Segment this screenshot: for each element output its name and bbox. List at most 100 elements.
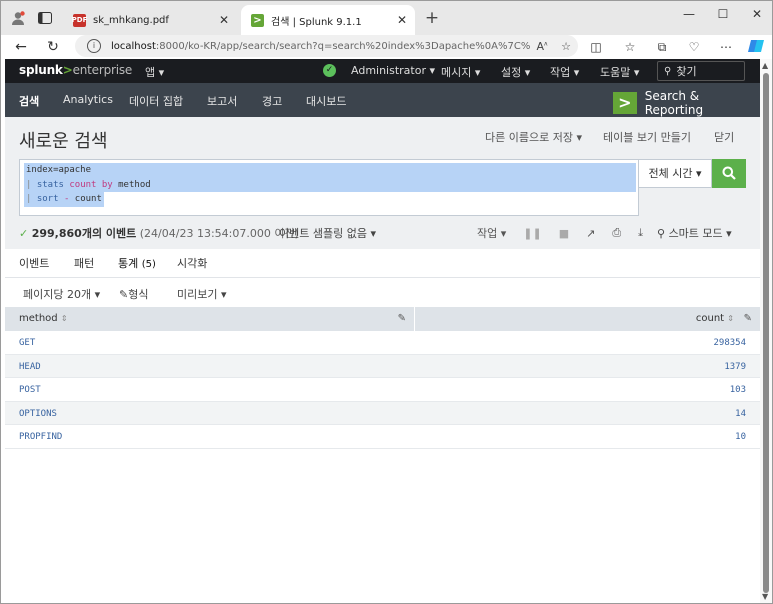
tab-statistics[interactable]: 통계 (5) [117,255,158,279]
nav-dashboards[interactable]: 대시보드 [306,93,346,109]
split-screen-icon[interactable]: ◫ [587,38,605,56]
favorite-star-icon[interactable]: ☆ [554,40,578,53]
find-placeholder: 찾기 [676,65,697,78]
nav-datasets[interactable]: 데이터 집합 [129,93,183,109]
find-input[interactable]: ⚲ 찾기 [657,61,745,81]
job-menu[interactable]: 작업 ▾ [477,225,506,241]
refresh-icon[interactable]: ↻ [43,37,63,57]
query-line-2: | stats count by method [24,177,636,192]
tab-title: 검색 | Splunk 9.1.1 [271,16,362,28]
nav-analytics[interactable]: Analytics [63,93,113,106]
tab-splunk[interactable]: > 검색 | Splunk 9.1.1 ✕ [241,5,415,35]
spl-query[interactable]: index=apache | stats count by method | s… [24,163,636,207]
favorites-icon[interactable]: ☆ [621,38,639,56]
health-status-icon[interactable]: ✓ [323,64,336,77]
check-icon: ✓ [19,227,29,240]
search-content: 새로운 검색 다른 이름으로 저장 ▾ 테이블 보기 만들기 닫기 index=… [5,117,760,603]
browser-window: PDF sk_mhkang.pdf ✕ > 검색 | Splunk 9.1.1 … [0,0,773,604]
browser-essentials-icon[interactable]: ♡ [685,38,703,56]
table-row[interactable]: PROPFIND 10 [5,425,760,449]
preview-dropdown[interactable]: 미리보기 ▾ [177,286,227,302]
column-header-count[interactable]: count ⇕ ✎ [417,307,760,331]
tab-pdf[interactable]: PDF sk_mhkang.pdf ✕ [63,5,237,35]
search-button[interactable] [712,159,746,188]
event-count: 299,860개의 이벤트 [31,227,137,240]
column-header-method[interactable]: method ⇕ ✎ [5,307,415,331]
splunk-logo[interactable]: splunk>enterprise [19,63,132,77]
close-tab-icon[interactable]: ✕ [395,13,409,27]
scroll-down-icon[interactable]: ▼ [762,592,768,601]
read-aloud-icon[interactable]: Aʌ [530,40,554,53]
event-sampling-dropdown[interactable]: 이벤트 샘플링 없음 ▾ [279,225,376,241]
app-logo-icon: > [613,92,637,114]
sort-icon: ⇕ [60,314,68,323]
table-row[interactable]: POST 103 [5,378,760,402]
print-icon[interactable]: ⎙ [612,226,621,240]
new-tab-button[interactable]: + [423,8,441,28]
page-title: 새로운 검색 [19,131,108,152]
menu-settings[interactable]: 설정 ▾ [501,64,530,80]
job-status: ✓ 299,860개의 이벤트 (24/04/23 13:54:07.000 이… [19,225,299,241]
app-title-text: Search & Reporting [644,89,704,117]
tab-visualization[interactable]: 시각화 [177,255,207,271]
pause-icon[interactable]: ❚❚ [523,227,541,240]
table-row[interactable]: OPTIONS 14 [5,401,760,425]
menu-administrator[interactable]: Administrator ▾ [351,64,435,77]
results-tabs: 이벤트 패턴 통계 (5) 시각화 [5,249,760,279]
pencil-icon: ✎ [119,288,129,301]
splunk-page: splunk>enterprise 앱 ▾ ✓ Administrator ▾ … [5,59,760,603]
close-tab-icon[interactable]: ✕ [217,13,231,27]
address-bar[interactable]: i localhost:8000/ko-KR/app/search/search… [75,35,578,57]
tab-strip: PDF sk_mhkang.pdf ✕ > 검색 | Splunk 9.1.1 … [1,1,772,35]
page-scrollbar[interactable]: ▲ ▼ [760,59,772,603]
profile-icon[interactable] [9,9,27,27]
copilot-icon[interactable] [747,38,765,56]
share-icon[interactable]: ↗ [586,227,595,240]
menu-messages[interactable]: 메시지 ▾ [441,64,480,80]
table-row[interactable]: GET 298354 [5,331,760,355]
app-title[interactable]: > Search & Reporting [613,89,760,117]
collections-icon[interactable]: ⧉ [653,38,671,56]
nav-search[interactable]: 검색 [19,93,39,109]
create-table-view-button[interactable]: 테이블 보기 만들기 [603,129,691,145]
tab-actions-icon[interactable] [36,9,54,27]
per-page-dropdown[interactable]: 페이지당 20개 ▾ [23,286,100,302]
tab-patterns[interactable]: 패턴 [74,255,94,271]
scrollbar-thumb[interactable] [763,73,769,593]
stop-icon[interactable]: ■ [559,227,569,240]
menu-activity[interactable]: 작업 ▾ [550,64,579,80]
menu-help[interactable]: 도움말 ▾ [600,64,639,80]
job-controls: 작업 ▾ ❚❚ ■ ↗ ⎙ ⤓ [477,225,660,241]
maximize-button[interactable]: ☐ [709,7,737,25]
back-icon[interactable]: ← [11,37,31,57]
edit-column-icon[interactable]: ✎ [744,313,752,324]
time-range-picker[interactable]: 전체 시간 ▾ [639,159,712,188]
save-as-button[interactable]: 다른 이름으로 저장 ▾ [485,129,582,145]
tab-events[interactable]: 이벤트 [19,255,49,271]
minimize-button[interactable]: — [675,7,703,25]
url-text[interactable]: localhost:8000/ko-KR/app/search/search?q… [111,41,530,52]
close-button[interactable]: 닫기 [714,129,734,145]
search-icon: ⚲ [664,65,672,77]
scroll-up-icon[interactable]: ▲ [762,61,768,70]
tab-title: sk_mhkang.pdf [93,14,169,26]
site-info-icon[interactable]: i [87,39,101,53]
search-query-editor[interactable]: index=apache | stats count by method | s… [19,159,639,216]
close-window-button[interactable]: ✕ [743,7,771,25]
query-line-3: | sort - count [24,192,104,207]
search-mode-dropdown[interactable]: ⚲ 스마트 모드 ▾ [657,225,732,241]
format-button[interactable]: ✎형식 [119,286,148,302]
export-icon[interactable]: ⤓ [638,226,643,240]
address-bar-row: ← ↻ i localhost:8000/ko-KR/app/search/se… [1,35,772,59]
nav-reports[interactable]: 보고서 [207,93,237,109]
table-options: 페이지당 20개 ▾ ✎형식 미리보기 ▾ [5,277,760,307]
event-time-detail: (24/04/23 13:54:07.000 이전) [139,227,299,240]
table-row[interactable]: HEAD 1379 [5,354,760,378]
more-options-icon[interactable]: ⋯ [717,38,735,56]
edit-column-icon[interactable]: ✎ [398,313,406,324]
app-menu[interactable]: 앱 ▾ [145,64,164,80]
table-header: method ⇕ ✎ count ⇕ ✎ [5,307,760,331]
nav-alerts[interactable]: 경고 [262,93,282,109]
splunk-icon: > [251,13,264,27]
app-bar: 검색 Analytics 데이터 집합 보고서 경고 대시보드 > Search… [5,83,760,117]
